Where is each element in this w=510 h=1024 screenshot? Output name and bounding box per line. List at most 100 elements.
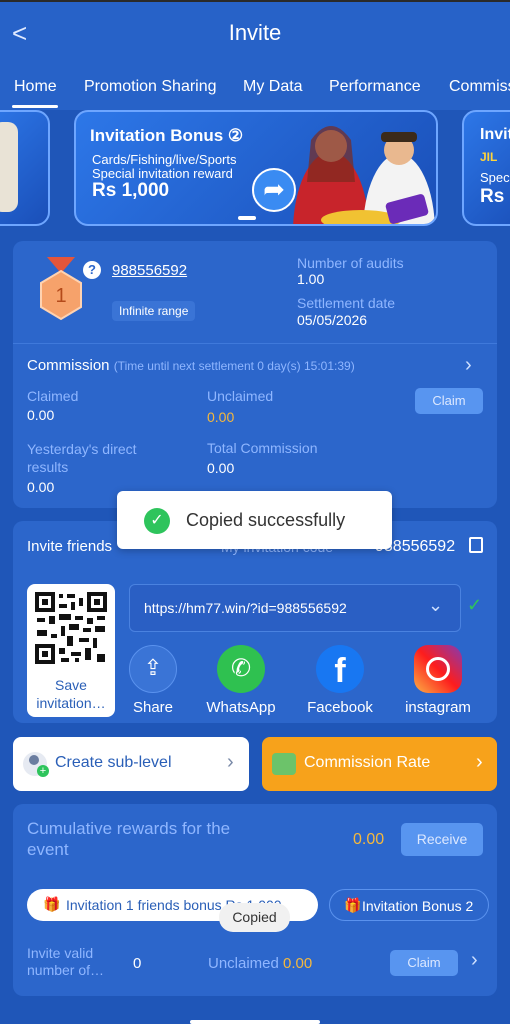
total-commission-label: Total Commission bbox=[207, 440, 318, 456]
instagram-label[interactable]: instagram bbox=[394, 699, 482, 716]
share-label[interactable]: Share bbox=[121, 699, 185, 716]
valid-invites-label: Invite valid number of… bbox=[27, 945, 104, 979]
tab-commission[interactable]: Commiss bbox=[449, 78, 510, 96]
qr-code-icon bbox=[35, 592, 107, 664]
invite-card: Invite friends My invitation code 988556… bbox=[13, 521, 497, 723]
banner-next-reward: Rs bbox=[480, 186, 505, 207]
event-claim-button[interactable]: Claim bbox=[390, 950, 458, 976]
copy-icon[interactable] bbox=[469, 537, 483, 553]
gift-icon: 🎁 bbox=[344, 897, 362, 913]
commission-rate-button[interactable]: Commission Rate › bbox=[262, 737, 497, 791]
event-unclaimed-label: Unclaimed bbox=[208, 955, 279, 972]
banner-carousel[interactable]: Invitation Bonus ② Cards/Fishing/live/Sp… bbox=[0, 110, 510, 230]
tab-performance[interactable]: Performance bbox=[329, 78, 421, 96]
event-title-line2: event bbox=[27, 840, 69, 859]
valid-invites-label-line1: Invite valid bbox=[27, 945, 94, 961]
banner-line1: Cards/Fishing/live/Sports bbox=[92, 152, 237, 167]
gift-icon: 🎁 bbox=[43, 896, 61, 912]
create-sub-level-label: Create sub-level bbox=[55, 754, 172, 771]
tab-bar: Home Promotion Sharing My Data Performan… bbox=[0, 66, 510, 110]
qr-card[interactable]: Save invitation… bbox=[27, 584, 115, 717]
create-sub-level-button[interactable]: + Create sub-level › bbox=[13, 737, 249, 791]
app-header: < Invite bbox=[0, 0, 510, 66]
settlement-timer: (Time until next settlement 0 day(s) 15:… bbox=[113, 359, 355, 373]
tab-home[interactable]: Home bbox=[14, 78, 57, 96]
tab-promotion-sharing[interactable]: Promotion Sharing bbox=[84, 78, 217, 96]
banner-title: Invitation Bonus ② bbox=[90, 126, 244, 145]
event-card: Cumulative rewards for the event 0.00 Re… bbox=[13, 804, 497, 996]
banner-next-tag: JIL bbox=[480, 150, 498, 164]
yesterday-label-line1: Yesterday's direct bbox=[27, 441, 137, 457]
toast-text: Copied successfully bbox=[186, 510, 346, 530]
commission-header[interactable]: Commission (Time until next settlement 0… bbox=[27, 357, 355, 374]
banner-characters-illustration bbox=[293, 126, 435, 224]
add-user-icon: + bbox=[23, 752, 49, 777]
chevron-right-icon[interactable]: › bbox=[465, 354, 472, 377]
banner-next[interactable]: Invit JIL Spec Rs bbox=[462, 110, 510, 226]
event-title: Cumulative rewards for the event bbox=[27, 818, 230, 860]
facebook-label[interactable]: Facebook bbox=[296, 699, 384, 716]
rank-number: 1 bbox=[55, 285, 66, 307]
event-unclaimed: Unclaimed 0.00 bbox=[208, 955, 312, 972]
rank-medal-icon: 1 bbox=[40, 257, 82, 321]
unclaimed-label: Unclaimed bbox=[207, 388, 274, 404]
home-indicator bbox=[190, 1020, 320, 1024]
settlement-date-value: 05/05/2026 bbox=[297, 312, 368, 328]
banner-next-line: Spec bbox=[480, 170, 510, 185]
unclaimed-value: 0.00 bbox=[207, 409, 235, 425]
chevron-right-icon[interactable]: › bbox=[471, 949, 478, 972]
invite-link-field[interactable]: https://hm77.win/?id=988556592 ⌄ bbox=[129, 584, 461, 632]
event-title-line1: Cumulative rewards for the bbox=[27, 819, 231, 838]
facebook-icon[interactable]: f bbox=[316, 645, 364, 693]
bonus-chip[interactable]: 🎁 Invitation Bonus 2 bbox=[329, 889, 489, 921]
banner-prev[interactable] bbox=[0, 110, 50, 226]
event-reward-value: 0.00 bbox=[353, 831, 385, 848]
chevron-down-icon[interactable]: ⌄ bbox=[428, 595, 443, 616]
carousel-dot-active bbox=[238, 216, 256, 220]
banner-next-title: Invit bbox=[480, 126, 510, 143]
divider bbox=[13, 343, 497, 344]
chevron-right-icon: › bbox=[227, 751, 234, 773]
help-icon[interactable]: ? bbox=[83, 261, 101, 279]
total-commission-value: 0.00 bbox=[207, 460, 235, 476]
settlement-date-label: Settlement date bbox=[297, 295, 396, 311]
page-title: Invite bbox=[228, 20, 282, 45]
claimed-value: 0.00 bbox=[27, 407, 55, 423]
active-tab-indicator bbox=[12, 105, 58, 108]
banner-prev-figure bbox=[0, 122, 18, 212]
user-id[interactable]: 988556592 bbox=[112, 262, 187, 279]
invite-friends-label: Invite friends bbox=[27, 538, 113, 555]
range-badge: Infinite range bbox=[112, 301, 196, 321]
tab-my-data[interactable]: My Data bbox=[243, 78, 303, 96]
account-card: 1 ? 988556592 Infinite range Number of a… bbox=[13, 241, 497, 508]
claimed-label: Claimed bbox=[27, 388, 79, 404]
check-icon: ✓ bbox=[467, 595, 483, 615]
share-icon[interactable]: ⇪ bbox=[129, 645, 177, 693]
event-unclaimed-value: 0.00 bbox=[283, 955, 313, 972]
yesterday-label: Yesterday's direct results bbox=[27, 440, 137, 476]
yesterday-label-line2: results bbox=[27, 459, 69, 475]
audits-label: Number of audits bbox=[297, 255, 404, 271]
save-invitation-caption: Save invitation… bbox=[36, 677, 106, 711]
audits-value: 1.00 bbox=[297, 271, 325, 287]
bonus-chip-label: Invitation Bonus 2 bbox=[362, 898, 474, 914]
yesterday-value: 0.00 bbox=[27, 479, 55, 495]
invite-link: https://hm77.win/?id=988556592 bbox=[144, 600, 347, 616]
whatsapp-icon[interactable]: ✆ bbox=[217, 645, 265, 693]
banner-main[interactable]: Invitation Bonus ② Cards/Fishing/live/Sp… bbox=[74, 110, 438, 226]
copied-tooltip: Copied bbox=[219, 903, 290, 932]
chevron-right-icon: › bbox=[476, 751, 483, 773]
banner-reward: Rs 1,000 bbox=[92, 180, 170, 201]
banner-line2: Special invitation reward bbox=[92, 166, 233, 181]
instagram-icon[interactable] bbox=[414, 645, 462, 693]
success-check-icon: ✓ bbox=[144, 508, 170, 534]
commission-label: Commission bbox=[27, 357, 110, 374]
toast-copied: ✓ Copied successfully bbox=[117, 491, 392, 549]
money-percent-icon bbox=[272, 753, 296, 775]
claim-button[interactable]: Claim bbox=[415, 388, 483, 414]
valid-invites-value: 0 bbox=[133, 955, 142, 972]
valid-invites-label-line2: number of… bbox=[27, 962, 105, 978]
receive-button[interactable]: Receive bbox=[401, 823, 483, 856]
whatsapp-label[interactable]: WhatsApp bbox=[197, 699, 285, 716]
commission-rate-label: Commission Rate bbox=[304, 754, 431, 771]
